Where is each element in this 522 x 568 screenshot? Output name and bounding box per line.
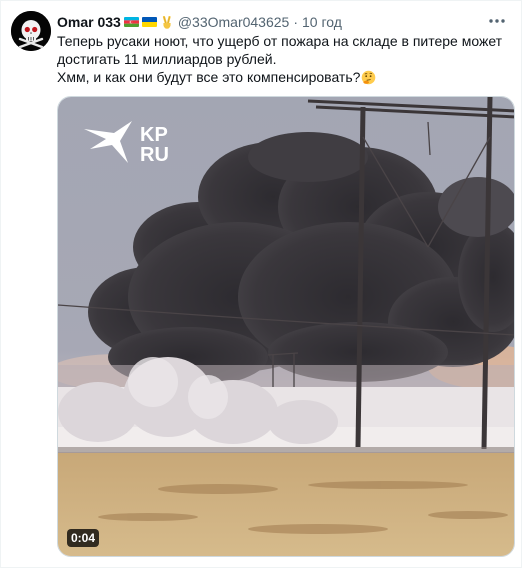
kp-logo-text-kp: KP [140,124,168,146]
tweet-text-line1: Теперь русаки ноют, что ущерб от пожара … [57,33,503,67]
tweet-header: Omar 033 @33Omar043625 · 10 год [57,12,342,32]
video-duration-badge: 0:04 [67,529,100,547]
avatar[interactable] [11,11,51,51]
kp-ru-logo: KP RU [82,119,182,167]
author-handle[interactable]: @33Omar043625 [178,12,290,32]
tweet[interactable]: Omar 033 @33Omar043625 · 10 год Теперь р… [0,0,522,568]
author-name[interactable]: Omar 033 [57,12,121,32]
ukraine-flag-icon [141,17,157,27]
more-options-button[interactable] [485,11,509,31]
kp-logo-text-ru: RU [140,144,169,166]
skull-crossbones-icon [11,11,51,51]
timestamp[interactable]: 10 год [302,12,342,32]
thinking-face-icon [361,70,376,85]
video-player[interactable]: KP RU 0:04 [57,96,515,557]
victory-hand-icon [160,15,174,29]
azerbaijan-flag-icon [123,17,139,27]
separator-dot: · [293,14,299,30]
kp-bird-icon: KP RU [84,121,169,166]
tweet-text-line2-content: Хмм, и как они будут все это компенсиров… [57,69,361,85]
tweet-text: Теперь русаки ноют, что ущерб от пожара … [57,32,513,86]
tweet-text-line2: Хмм, и как они будут все это компенсиров… [57,68,513,86]
more-dots-icon [489,19,505,23]
